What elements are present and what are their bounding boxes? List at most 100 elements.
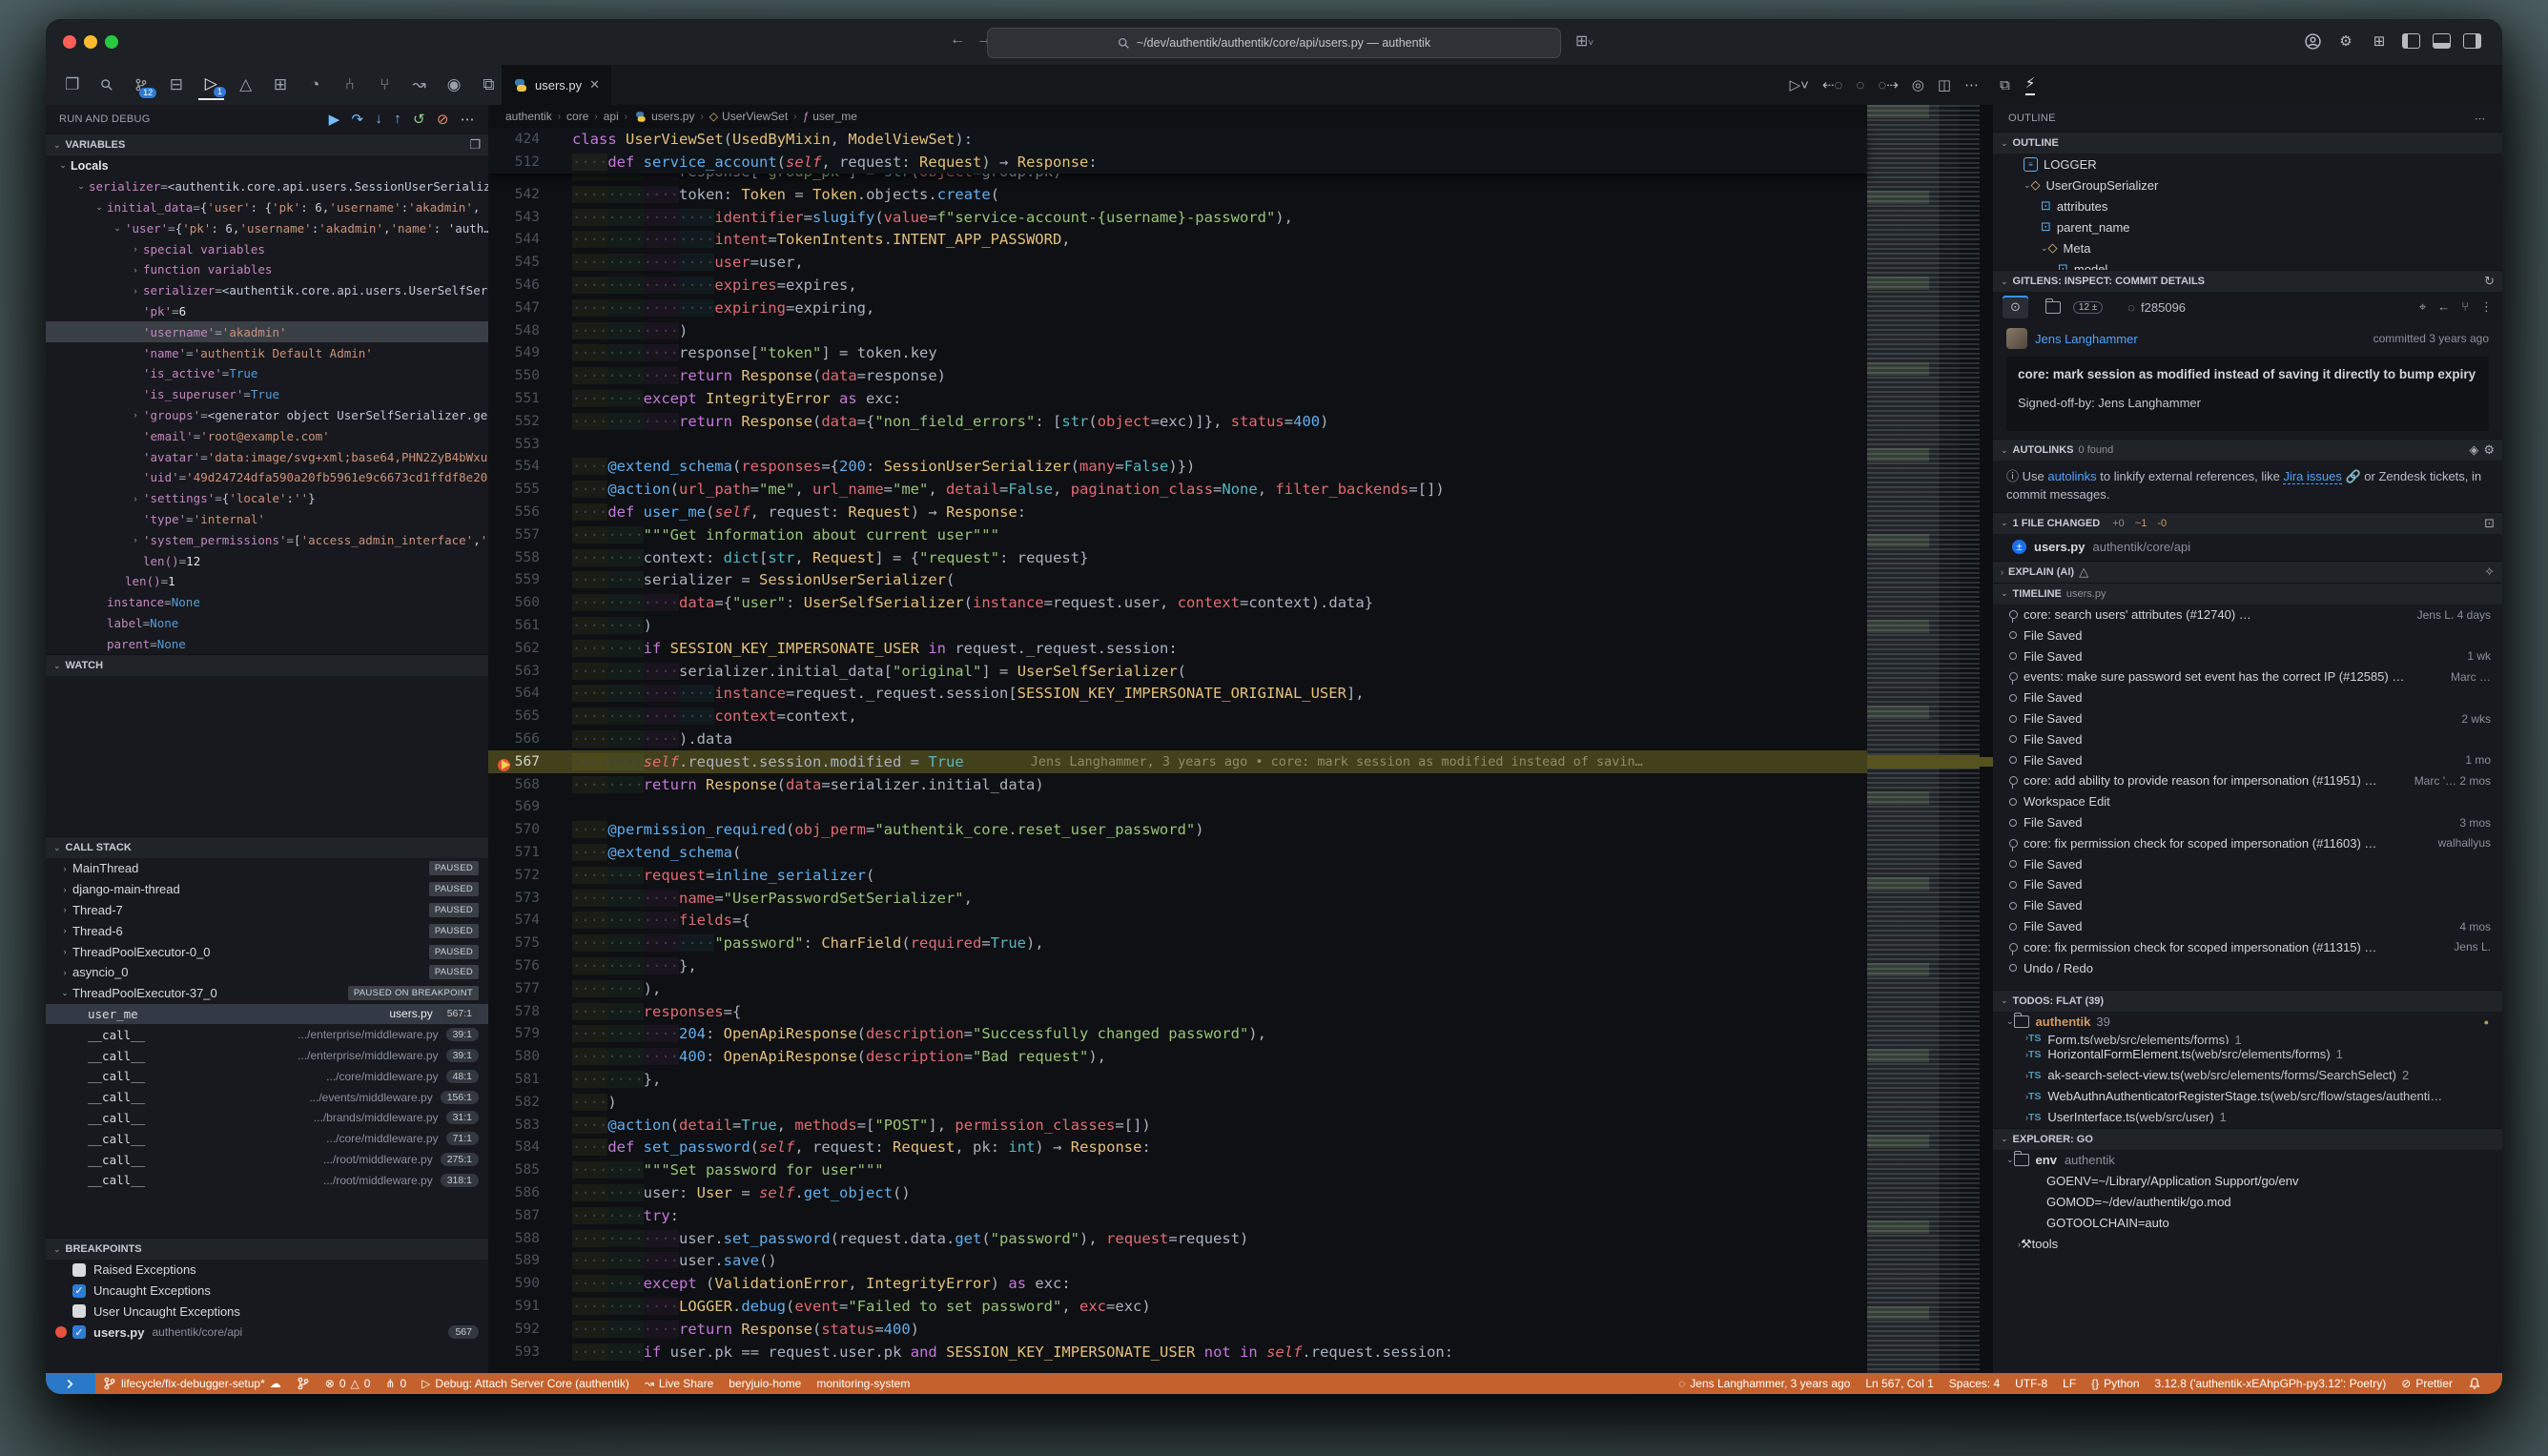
changed-file-row[interactable]: ± users.py authentik/core/api <box>1993 534 2502 561</box>
outline-item-model[interactable]: ⊡model <box>1993 258 2502 270</box>
variable-row[interactable]: ›serializer = <authentik.core.api.users.… <box>46 280 488 301</box>
code-line-570[interactable]: 570····@permission_required(obj_perm="au… <box>488 818 1867 841</box>
variable-row[interactable]: ›'system_permissions' = ['access_admin_i… <box>46 529 488 550</box>
code-line-555[interactable]: 555····@action(url_path="me", url_name="… <box>488 478 1867 501</box>
code-line-548[interactable]: 548············) <box>488 319 1867 342</box>
code-line-545[interactable]: 545················user=user, <box>488 251 1867 274</box>
variable-row[interactable]: ⌄Locals <box>46 155 488 176</box>
code-line-580[interactable]: 580············400: OpenApiResponse(desc… <box>488 1045 1867 1068</box>
graph-icon[interactable]: ⑂ <box>2461 299 2469 315</box>
breadcrumb-item[interactable]: api <box>604 110 619 123</box>
thread-row[interactable]: ›ThreadPoolExecutor-0_0PAUSED <box>46 941 488 962</box>
timeline-item[interactable]: File Saved <box>1993 687 2502 708</box>
settings-gear-icon[interactable]: ⚙ <box>2335 31 2356 51</box>
minimize-window-button[interactable] <box>84 35 97 49</box>
layout-dropdown-icon[interactable]: ⊞˅ <box>1575 31 1593 51</box>
code-line-578[interactable]: 578········responses={ <box>488 1000 1867 1023</box>
status-debug-session[interactable]: ▷Debug: Attach Server Core (authentik) <box>414 1377 637 1390</box>
variable-row[interactable]: 'type' = 'internal' <box>46 509 488 530</box>
commit-search-tab[interactable]: ⊙ <box>2003 296 2028 318</box>
toggle-primary-sidebar-icon[interactable] <box>2402 33 2420 49</box>
variable-row[interactable]: 'is_superuser' = True <box>46 384 488 405</box>
nav-back-icon[interactable]: ← <box>950 31 965 49</box>
tools-row[interactable]: ›⚒ tools <box>1993 1234 2502 1255</box>
activity-symbols-icon[interactable]: ⧉ <box>476 71 502 99</box>
variable-row[interactable]: 'is_active' = True <box>46 363 488 384</box>
editor-action-4-icon[interactable]: ◎ <box>1912 76 1924 93</box>
code-line-589[interactable]: 589············user.save() <box>488 1249 1867 1272</box>
outline-item-meta[interactable]: ⌄◇Meta <box>1993 237 2502 258</box>
status-encoding[interactable]: UTF-8 <box>2007 1377 2055 1390</box>
code-line-581[interactable]: 581········}, <box>488 1068 1867 1091</box>
env-row[interactable]: ⌄env authentik <box>1993 1150 2502 1171</box>
minimap[interactable] <box>1867 105 1980 1373</box>
debug-restart-icon[interactable]: ↺ <box>413 111 425 128</box>
variable-row[interactable]: 'uid' = '49d24724dfa590a20fb5961e9c6673c… <box>46 467 488 488</box>
files-changed-section-header[interactable]: ⌄1 FILE CHANGED +0 ~1 -0 ⊡ <box>1993 512 2502 534</box>
debug-disconnect-icon[interactable]: ⊘ <box>437 111 449 128</box>
sparkle-icon[interactable]: ✧ <box>2484 564 2495 580</box>
code-line-542[interactable]: 542············token: Token = Token.obje… <box>488 183 1867 206</box>
code-line-584[interactable]: 584····def set_password(self, request: R… <box>488 1136 1867 1159</box>
debug-step-out-icon[interactable]: ↑ <box>394 111 401 128</box>
breakpoint-row[interactable]: User Uncaught Exceptions <box>46 1302 488 1323</box>
timeline-item[interactable]: core: search users' attributes (#12740) … <box>1993 605 2502 625</box>
timeline-item[interactable]: core: add ability to provide reason for … <box>1993 770 2502 791</box>
toggle-secondary-sidebar-icon[interactable] <box>2463 33 2481 49</box>
variable-row[interactable]: label = None <box>46 613 488 634</box>
tab-close-icon[interactable]: ✕ <box>589 77 600 92</box>
status-host[interactable]: beryjuio-home <box>721 1377 809 1390</box>
variable-row[interactable]: 'email' = 'root@example.com' <box>46 425 488 446</box>
commit-author-link[interactable]: Jens Langhammer <box>2035 332 2138 346</box>
status-cursor-position[interactable]: Ln 567, Col 1 <box>1858 1377 1941 1390</box>
status-interpreter[interactable]: 3.12.8 ('authentik-xEAhpGPh-py3.12': Poe… <box>2147 1377 2394 1390</box>
todo-file-row[interactable]: ›TSHorizontalFormElement.ts (web/src/ele… <box>1993 1044 2502 1065</box>
code-line-588[interactable]: 588············user.set_password(request… <box>488 1227 1867 1250</box>
activity-github-icon[interactable]: ◔ <box>302 71 328 99</box>
code-line-575[interactable]: 575················"password": CharField… <box>488 932 1867 954</box>
code-line-543[interactable]: 543················identifier=slugify(va… <box>488 206 1867 229</box>
code-line-558[interactable]: 558········context: dict[str, Request] =… <box>488 546 1867 569</box>
more-actions-icon[interactable]: ⋯ <box>2475 113 2487 125</box>
stack-frame-row[interactable]: __call__.../core/middleware.py48:1 <box>46 1066 488 1087</box>
zoom-window-button[interactable] <box>105 35 118 49</box>
breadcrumb-item[interactable]: core <box>566 110 588 123</box>
variable-row[interactable]: ›'groups' = <generator object UserSelfSe… <box>46 405 488 426</box>
activity-test-adapter-icon[interactable]: ⑃ <box>337 71 362 99</box>
variable-row[interactable]: 'name' = 'authentik Default Admin' <box>46 342 488 363</box>
code-line-512[interactable]: 512····def service_account(self, request… <box>488 151 1867 174</box>
remote-indicator[interactable] <box>46 1373 95 1394</box>
timeline-item[interactable]: core: fix permission check for scoped im… <box>1993 936 2502 957</box>
pin-icon[interactable]: ⌖ <box>2419 299 2426 315</box>
code-lines[interactable]: 542············token: Token = Token.obje… <box>488 183 1867 1363</box>
thread-row[interactable]: ›asyncio_0PAUSED <box>46 962 488 983</box>
variable-row[interactable]: 'pk' = 6 <box>46 301 488 322</box>
code-line-591[interactable]: 591············LOGGER.debug(event="Faile… <box>488 1295 1867 1318</box>
activity-extensions-icon[interactable]: ⊞ <box>267 71 293 99</box>
timeline-item[interactable]: File Saved <box>1993 728 2502 749</box>
timeline-item[interactable]: File Saved3 mos <box>1993 812 2502 833</box>
code-line-561[interactable]: 561········) <box>488 614 1867 637</box>
variable-row[interactable]: ⌄serializer = <authentik.core.api.users.… <box>46 176 488 197</box>
current-breakpoint-icon[interactable] <box>498 758 512 772</box>
timeline-item[interactable]: File Saved1 mo <box>1993 749 2502 770</box>
code-line-553[interactable]: 553 <box>488 433 1867 456</box>
thread-row[interactable]: ›Thread-7PAUSED <box>46 900 488 921</box>
editor-action-5-icon[interactable]: ◫ <box>1938 76 1951 93</box>
code-line-547[interactable]: 547················expiring=expiring, <box>488 297 1867 319</box>
stack-frame-row[interactable]: __call__.../core/middleware.py71:1 <box>46 1128 488 1149</box>
activity-test-adapter-2-icon[interactable]: ⑂ <box>372 71 398 99</box>
debug-continue-icon[interactable]: ▶ <box>329 111 340 128</box>
timeline-item[interactable]: File Saved <box>1993 895 2502 916</box>
code-line-559[interactable]: 559········serializer = SessionUserSeria… <box>488 569 1867 592</box>
code-line-590[interactable]: 590········except (ValidationError, Inte… <box>488 1272 1867 1295</box>
status-indentation[interactable]: Spaces: 4 <box>1942 1377 2007 1390</box>
commit-sha[interactable]: ◌f285096 <box>2120 297 2193 318</box>
breakpoint-row[interactable]: Raised Exceptions <box>46 1260 488 1281</box>
editor-action-6-icon[interactable]: ⋯ <box>1964 76 1979 93</box>
code-line-574[interactable]: 574············fields={ <box>488 910 1867 933</box>
status-ports[interactable]: ⋔0 <box>378 1377 414 1390</box>
activity-run-and-debug-icon[interactable]: ▷1 <box>198 70 224 100</box>
code-line-566[interactable]: 566············).data <box>488 728 1867 750</box>
todos-section-header[interactable]: ⌄TODOS: FLAT (39) <box>1993 990 2502 1012</box>
